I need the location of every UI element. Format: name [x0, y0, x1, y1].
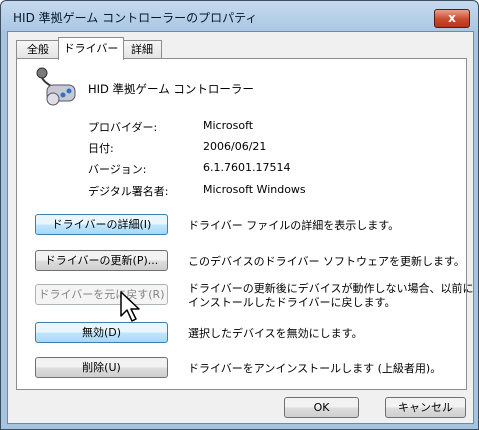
- mouse-pointer-icon: [120, 291, 140, 322]
- tab-general-label: 全般: [27, 43, 49, 56]
- roll-back-description-line2: インストールしたドライバーに戻します。: [188, 296, 396, 309]
- tab-driver[interactable]: ドライバー: [58, 37, 124, 60]
- driver-tab-panel: HID 準拠ゲーム コントローラー プロバイダー: Microsoft 日付: …: [16, 58, 473, 390]
- version-label: バージョン:: [88, 163, 147, 176]
- driver-details-description: ドライバー ファイルの詳細を表示します。: [188, 219, 400, 232]
- update-driver-button[interactable]: ドライバーの更新(P)...: [35, 250, 168, 271]
- version-value: 6.1.7601.17514: [203, 161, 291, 174]
- update-driver-description: このデバイスのドライバー ソフトウェアを更新します。: [188, 255, 465, 268]
- uninstall-description: ドライバーをアンインストールします (上級者用)。: [188, 362, 442, 375]
- driver-details-button[interactable]: ドライバーの詳細(I): [35, 214, 168, 235]
- tab-driver-label: ドライバー: [63, 42, 119, 55]
- date-value: 2006/06/21: [203, 140, 267, 153]
- disable-description: 選択したデバイスを無効にします。: [188, 327, 363, 340]
- properties-window: HID 準拠ゲーム コントローラーのプロパティ x 全般 ドライバー 詳細 HI…: [0, 0, 479, 430]
- close-icon: x: [448, 11, 456, 25]
- tab-details[interactable]: 詳細: [122, 40, 162, 59]
- signer-value: Microsoft Windows: [203, 183, 306, 196]
- date-label: 日付:: [88, 142, 114, 155]
- provider-label: プロバイダー:: [88, 121, 158, 134]
- tab-details-label: 詳細: [131, 43, 153, 56]
- signer-label: デジタル署名者:: [88, 185, 169, 198]
- close-button[interactable]: x: [434, 9, 470, 28]
- uninstall-button[interactable]: 削除(U): [35, 357, 168, 378]
- disable-button[interactable]: 無効(D): [35, 322, 168, 343]
- title-bar[interactable]: HID 準拠ゲーム コントローラーのプロパティ x: [1, 1, 478, 31]
- roll-back-description-line1: ドライバーの更新後にデバイスが動作しない場合、以前に: [188, 282, 474, 295]
- window-title: HID 準拠ゲーム コントローラーのプロパティ: [13, 11, 258, 25]
- ok-button[interactable]: OK: [284, 397, 359, 418]
- dialog-body: 全般 ドライバー 詳細 HID 準拠ゲーム コントローラー プロバイダー: Mi…: [7, 31, 474, 424]
- device-name: HID 準拠ゲーム コントローラー: [88, 82, 254, 96]
- provider-value: Microsoft: [203, 119, 254, 132]
- tab-general[interactable]: 全般: [16, 40, 60, 59]
- cancel-button[interactable]: キャンセル: [385, 397, 466, 418]
- game-controller-icon: [36, 67, 76, 106]
